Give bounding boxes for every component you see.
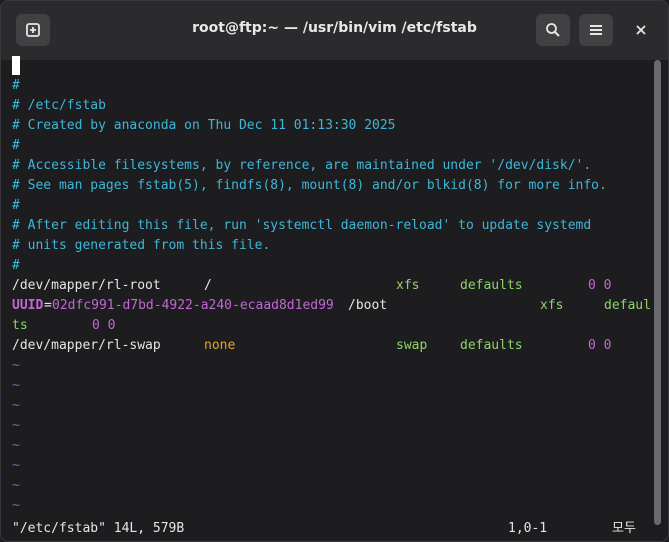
empty-line-tilde: ~ [12, 398, 20, 413]
empty-line-tilde: ~ [12, 418, 20, 433]
terminal-content[interactable]: # # /etc/fstab # Created by anaconda on … [1, 56, 652, 541]
comment-line: # See man pages fstab(5), findfs(8), mou… [12, 178, 607, 193]
comment-line: # [12, 198, 20, 213]
entry-options-wrapped: ts [12, 318, 28, 333]
entry-dump-pass: 0 0 [92, 318, 116, 333]
entry-options: defaults [460, 278, 523, 293]
uuid-equals: = [44, 298, 52, 313]
empty-line-tilde: ~ [12, 458, 20, 473]
search-button[interactable] [536, 14, 570, 46]
entry-fstype: xfs [540, 298, 564, 313]
status-file-info: "/etc/fstab" 14L, 579B [12, 521, 185, 536]
comment-line: # units generated from this file. [12, 238, 271, 253]
fstab-entry-boot: UUID = 02dfc991-d7bd-4922-a240-ecaad8d1e… [12, 296, 652, 316]
title-bar: root@ftp:~ — /usr/bin/vim /etc/fstab [1, 1, 668, 60]
entry-device: /dev/mapper/rl-root [12, 278, 161, 293]
entry-device: /dev/mapper/rl-swap [12, 338, 161, 353]
entry-fstype: swap [396, 338, 428, 353]
empty-line-tilde: ~ [12, 378, 20, 393]
vim-status-line: "/etc/fstab" 14L, 579B 1,0-1 모두 [12, 519, 652, 539]
fstab-entry-swap: /dev/mapper/rl-swap none swap defaults 0… [12, 336, 642, 356]
empty-line-tilde: ~ [12, 438, 20, 453]
comment-line: # Created by anaconda on Thu Dec 11 01:1… [12, 118, 396, 133]
close-icon [636, 25, 646, 35]
entry-mount: / [204, 278, 212, 293]
comment-line: # [12, 138, 20, 153]
entry-mount: /boot [348, 298, 388, 313]
new-tab-icon [26, 23, 40, 37]
comment-line: # [12, 258, 20, 273]
fstab-entry-boot-wrap: ts 0 0 [12, 316, 642, 336]
status-scroll: 모두 [612, 521, 636, 536]
entry-options: defaul [604, 298, 651, 313]
status-cursor-position: 1,0-1 [508, 521, 548, 536]
empty-line-tilde: ~ [12, 498, 20, 513]
hamburger-menu-icon [590, 25, 602, 35]
terminal-window: root@ftp:~ — /usr/bin/vim /etc/fstab # #… [0, 0, 669, 542]
close-button[interactable] [628, 17, 654, 43]
fstab-entry-root: /dev/mapper/rl-root / xfs defaults 0 0 [12, 276, 642, 296]
search-icon [546, 23, 560, 37]
empty-line-tilde: ~ [12, 358, 20, 373]
text-cursor [12, 56, 20, 75]
entry-mount: none [204, 338, 236, 353]
new-tab-button[interactable] [16, 14, 50, 46]
entry-dump-pass: 0 0 [588, 338, 612, 353]
vertical-scrollbar[interactable] [652, 60, 664, 541]
scrollbar-thumb[interactable] [654, 60, 661, 525]
uuid-label: UUID [12, 298, 44, 313]
uuid-value: 02dfc991-d7bd-4922-a240-ecaad8d1ed99 [52, 298, 334, 313]
comment-line: # After editing this file, run 'systemct… [12, 218, 592, 233]
entry-dump-pass: 0 0 [588, 278, 612, 293]
comment-line: # /etc/fstab [12, 98, 106, 113]
entry-options: defaults [460, 338, 523, 353]
comment-line: # [12, 78, 20, 93]
menu-button[interactable] [579, 14, 613, 46]
comment-line: # Accessible filesystems, by reference, … [12, 158, 592, 173]
entry-fstype: xfs [396, 278, 420, 293]
empty-line-tilde: ~ [12, 478, 20, 493]
